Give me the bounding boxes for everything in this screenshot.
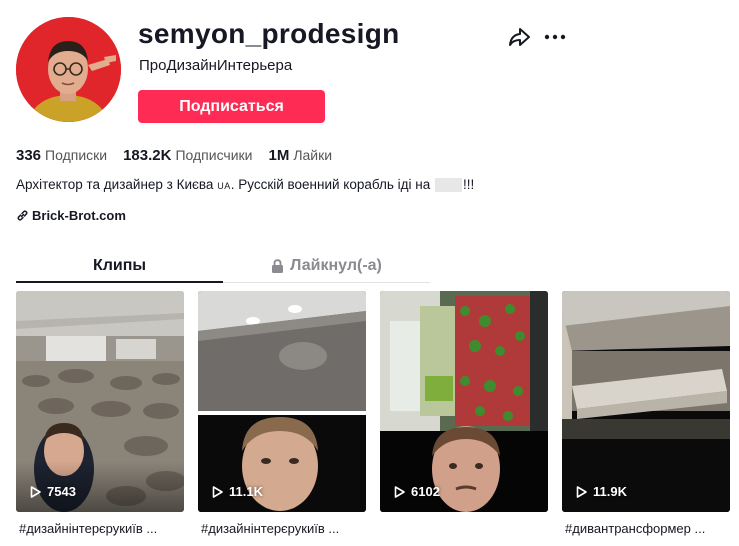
video-thumbnail: 11.9K bbox=[562, 291, 730, 512]
video-thumbnail: 6102 bbox=[380, 291, 548, 512]
likes-value: 1M bbox=[268, 147, 290, 164]
video-thumbnail: 11.1K bbox=[198, 291, 366, 512]
view-count: 11.9K bbox=[576, 484, 627, 499]
tab-videos-label: Клипы bbox=[92, 256, 147, 274]
followers-count[interactable]: 183.2K Подписчики bbox=[123, 147, 252, 164]
view-count: 7543 bbox=[30, 484, 76, 499]
view-count-value: 6102 bbox=[411, 484, 440, 499]
view-count-value: 11.1K bbox=[229, 484, 263, 499]
username: semyon_prodesign bbox=[138, 18, 400, 49]
nickname: ПроДизайнИнтерьера bbox=[139, 57, 293, 74]
likes-count: 1M Лайки bbox=[268, 147, 332, 164]
profile-link[interactable]: Brick-Brot.com bbox=[16, 208, 126, 223]
play-icon bbox=[394, 485, 405, 498]
view-count-value: 7543 bbox=[47, 484, 76, 499]
bio-text-2: . Русскій военний корабль іді на bbox=[230, 177, 431, 192]
likes-label: Лайки bbox=[293, 147, 333, 163]
tab-liked-label: Лайкнул(-а) bbox=[290, 257, 382, 274]
followers-label: Подписчики bbox=[175, 147, 253, 163]
lock-icon bbox=[272, 259, 284, 273]
avatar-image bbox=[16, 17, 121, 122]
video-card[interactable]: 11.9K #дивантрансформер ... bbox=[562, 291, 730, 536]
following-count[interactable]: 336 Подписки bbox=[16, 147, 107, 164]
profile-link-text: Brick-Brot.com bbox=[32, 208, 126, 223]
tab-videos[interactable]: Клипы bbox=[16, 250, 223, 283]
view-count: 6102 bbox=[394, 484, 440, 499]
video-thumbnail: 7543 bbox=[16, 291, 184, 512]
video-card[interactable]: 11.1K #дизайнінтерєрукиїв ... bbox=[198, 291, 366, 536]
video-grid: 7543 #дизайнінтерєрукиїв ... 11.1K #диза… bbox=[16, 291, 730, 536]
video-caption[interactable]: #дизайнінтерєрукиїв ... bbox=[16, 521, 184, 536]
bio-text-3: !!! bbox=[463, 177, 475, 192]
share-icon[interactable] bbox=[507, 26, 531, 48]
follow-button[interactable]: Подписаться bbox=[138, 90, 325, 123]
profile-tabs: Клипы Лайкнул(-а) bbox=[16, 250, 430, 283]
bio: Архітектор та дизайнер з Києва UA. Русск… bbox=[16, 177, 475, 193]
view-count: 11.1K bbox=[212, 484, 263, 499]
play-icon bbox=[212, 485, 223, 498]
flag-emoji: UA bbox=[217, 181, 231, 191]
link-icon bbox=[17, 210, 28, 221]
play-icon bbox=[576, 485, 587, 498]
bio-text-1: Архітектор та дизайнер з Києва bbox=[16, 177, 214, 192]
video-card[interactable]: 7543 #дизайнінтерєрукиїв ... bbox=[16, 291, 184, 536]
view-count-value: 11.9K bbox=[593, 484, 627, 499]
more-icon[interactable] bbox=[543, 26, 567, 48]
following-label: Подписки bbox=[45, 147, 108, 163]
avatar[interactable] bbox=[16, 17, 121, 122]
video-caption[interactable]: #дизайнінтерєрукиїв ... bbox=[198, 521, 366, 536]
tab-liked[interactable]: Лайкнул(-а) bbox=[223, 250, 430, 283]
profile-stats: 336 Подписки 183.2K Подписчики 1M Лайки bbox=[16, 147, 332, 164]
video-caption[interactable]: #дивантрансформер ... bbox=[562, 521, 730, 536]
play-icon bbox=[30, 485, 41, 498]
redacted-block bbox=[435, 178, 463, 193]
following-value: 336 bbox=[16, 147, 42, 164]
video-card[interactable]: 6102 bbox=[380, 291, 548, 536]
followers-value: 183.2K bbox=[123, 147, 172, 164]
